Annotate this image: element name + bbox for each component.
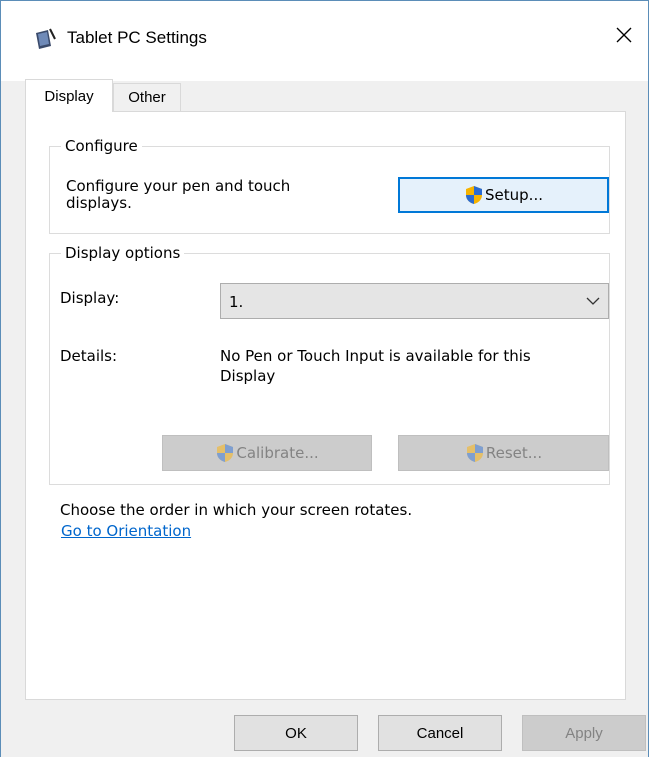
close-button[interactable] — [600, 13, 648, 57]
title-bar: Tablet PC Settings — [1, 1, 648, 81]
setup-label: Setup... — [485, 186, 543, 204]
reset-label: Reset... — [485, 444, 543, 462]
ok-button[interactable]: OK — [234, 715, 358, 751]
go-to-orientation-link[interactable]: Go to Orientation — [61, 522, 191, 540]
configure-description-line1: Configure your pen and touch — [66, 177, 291, 195]
tab-display[interactable]: Display — [25, 79, 113, 112]
apply-button[interactable]: Apply — [522, 715, 646, 751]
chevron-down-icon — [586, 297, 600, 305]
tablet-pc-icon — [33, 27, 57, 51]
details-text-line2: Display — [220, 367, 276, 385]
display-select-value: 1. — [229, 293, 244, 311]
tab-panel-display: Configure Configure your pen and touch d… — [25, 111, 626, 700]
close-icon — [616, 27, 632, 43]
configure-description-line2: displays. — [66, 194, 132, 212]
details-label: Details: — [60, 347, 118, 365]
reset-button[interactable]: Reset... — [398, 435, 609, 471]
window-title: Tablet PC Settings — [67, 28, 207, 47]
uac-shield-icon — [466, 444, 483, 462]
calibrate-button[interactable]: Calibrate... — [162, 435, 372, 471]
setup-button[interactable]: Setup... — [398, 177, 609, 213]
tab-other[interactable]: Other — [113, 83, 181, 111]
display-select[interactable]: 1. — [220, 283, 609, 319]
display-label: Display: — [60, 289, 120, 307]
dialog-window: Tablet PC Settings Display Other Configu… — [0, 0, 649, 757]
display-options-legend: Display options — [61, 243, 185, 263]
orientation-description: Choose the order in which your screen ro… — [60, 501, 413, 519]
tab-strip: Display Other — [25, 79, 625, 112]
cancel-button[interactable]: Cancel — [378, 715, 502, 751]
configure-legend: Configure — [61, 136, 142, 156]
uac-shield-icon — [466, 186, 483, 204]
uac-shield-icon — [217, 444, 234, 462]
details-text-line1: No Pen or Touch Input is available for t… — [220, 347, 531, 365]
calibrate-label: Calibrate... — [236, 444, 319, 462]
